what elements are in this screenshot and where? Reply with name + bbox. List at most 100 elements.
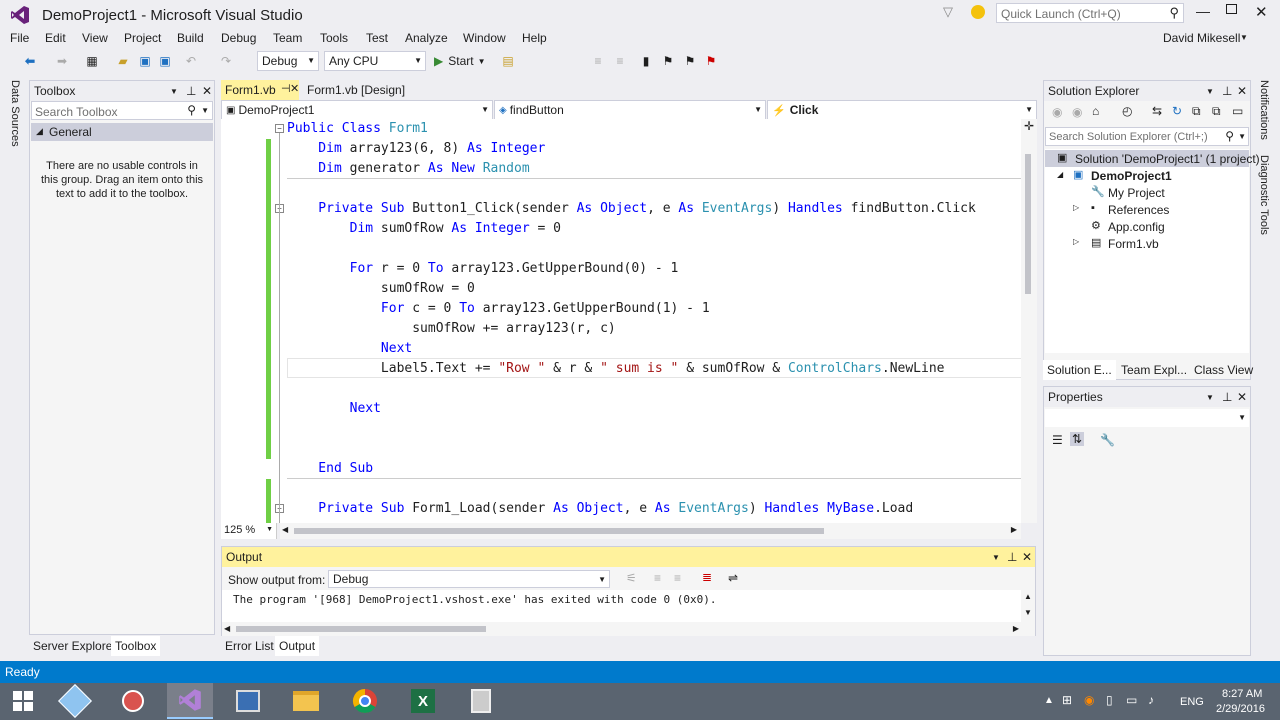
scroll-thumb[interactable]: [1025, 154, 1031, 294]
taskbar-date[interactable]: 2/29/2016: [1216, 703, 1265, 715]
menu-window[interactable]: Window: [463, 31, 506, 45]
notifications-tab[interactable]: Notifications: [1258, 80, 1270, 140]
code-line[interactable]: Next: [287, 399, 381, 419]
code-line[interactable]: For r = 0 To array123.GetUpperBound(0) -…: [287, 259, 679, 279]
tab-toolbox[interactable]: Toolbox: [111, 636, 161, 656]
menu-analyze[interactable]: Analyze: [405, 31, 448, 45]
property-pages-icon[interactable]: 🔧: [1100, 433, 1115, 447]
categorized-icon[interactable]: ☰: [1052, 433, 1063, 447]
close-icon[interactable]: ✕: [202, 84, 212, 98]
menu-tools[interactable]: Tools: [320, 31, 348, 45]
tray-windows-icon[interactable]: ⊞: [1062, 693, 1072, 707]
toolbox-group-general[interactable]: ◢ General: [31, 123, 213, 141]
calculator-icon[interactable]: [458, 683, 504, 719]
forward-icon[interactable]: ◉: [1072, 105, 1082, 119]
code-line[interactable]: End Sub: [287, 459, 373, 479]
scroll-right-icon[interactable]: ▶: [1011, 525, 1017, 534]
code-line[interactable]: Public Class Form1: [287, 119, 428, 139]
tree-item-references[interactable]: ▷ ▪ References: [1045, 201, 1249, 218]
forward-icon[interactable]: ➡: [54, 51, 70, 71]
code-line[interactable]: sumOfRow += array123(r, c): [287, 319, 616, 339]
attach-icon[interactable]: ▤: [500, 51, 516, 71]
visual-studio-taskbar-icon[interactable]: [167, 683, 213, 719]
redo-icon[interactable]: ↷: [218, 51, 234, 71]
close-icon[interactable]: ✕: [1237, 390, 1247, 404]
chrome-icon[interactable]: [342, 683, 388, 719]
code-line[interactable]: Private Sub Button1_Click(sender As Obje…: [287, 199, 976, 219]
properties-object-select[interactable]: ▼: [1045, 409, 1249, 427]
code-line[interactable]: Dim sumOfRow As Integer = 0: [287, 219, 561, 239]
scroll-left-icon[interactable]: ◀: [224, 624, 230, 633]
scroll-thumb[interactable]: [294, 528, 824, 534]
start-button[interactable]: ▶ Start ▼: [434, 51, 492, 71]
save-all-icon[interactable]: ▣: [157, 51, 173, 71]
chevron-down-icon[interactable]: ▼: [201, 106, 209, 115]
menu-team[interactable]: Team: [273, 31, 302, 45]
bookmark-icon[interactable]: ▮: [640, 51, 652, 71]
home-icon[interactable]: ⌂: [1092, 104, 1099, 118]
pin-icon[interactable]: ⊥: [1007, 550, 1017, 564]
toolbox-search-input[interactable]: Search Toolbox ⚲ ▼: [31, 101, 213, 120]
history-icon[interactable]: ◴: [1122, 104, 1132, 118]
clear-all-icon[interactable]: ≣: [702, 570, 712, 584]
back-icon[interactable]: ◉: [1052, 105, 1062, 119]
word-wrap-icon[interactable]: ⇌: [728, 571, 738, 585]
tray-app-icon[interactable]: ◉: [1084, 693, 1094, 707]
tree-item-solution[interactable]: ▣ Solution 'DemoProject1' (1 project): [1045, 150, 1260, 167]
tree-item-app-config[interactable]: ⚙ App.config: [1045, 218, 1249, 235]
tab-solution-explorer[interactable]: Solution E...: [1043, 360, 1116, 380]
alphabetical-icon[interactable]: ⇅: [1070, 432, 1085, 446]
open-file-icon[interactable]: ▰: [115, 51, 131, 71]
feedback-smiley-icon[interactable]: [971, 5, 985, 19]
tree-item-project[interactable]: ◢ ▣ DemoProject1: [1045, 167, 1249, 184]
zoom-select[interactable]: 125 % ▼: [221, 523, 277, 539]
tray-network-icon[interactable]: ▯: [1106, 693, 1113, 707]
taskbar-time[interactable]: 8:27 AM: [1222, 688, 1262, 700]
code-editor[interactable]: − − − Public Class Form1 Dim array123(6,…: [221, 119, 1037, 523]
scroll-left-icon[interactable]: ◀: [282, 525, 288, 534]
scroll-down-icon[interactable]: ▼: [1024, 608, 1032, 617]
menu-file[interactable]: File: [10, 31, 29, 45]
split-icon[interactable]: ✛: [1024, 119, 1034, 133]
data-sources-tab[interactable]: Data Sources: [9, 80, 21, 147]
file-explorer-icon[interactable]: [283, 683, 329, 719]
solution-search-input[interactable]: Search Solution Explorer (Ctrl+;) ⚲ ▼: [1045, 127, 1249, 146]
pin-icon[interactable]: ⊥: [186, 84, 196, 98]
tray-chevron-icon[interactable]: ▲: [1044, 695, 1054, 706]
close-icon[interactable]: ✕: [1022, 550, 1032, 564]
code-line[interactable]: Next: [287, 339, 412, 359]
tab-class-view[interactable]: Class View: [1190, 360, 1257, 380]
windows-start-icon[interactable]: [0, 683, 46, 719]
filter-icon[interactable]: ▽: [943, 4, 953, 20]
properties-icon[interactable]: ▭: [1232, 104, 1243, 118]
excel-icon[interactable]: X: [400, 683, 446, 719]
pin-icon[interactable]: ⊥: [1222, 84, 1232, 98]
pin-icon[interactable]: ⊥: [1222, 390, 1232, 404]
user-dropdown-icon[interactable]: ▼: [1240, 33, 1248, 42]
find-message-icon[interactable]: ⚟: [626, 571, 637, 585]
prev-message-icon[interactable]: ≡: [654, 571, 661, 585]
minimize-button[interactable]: —: [1196, 3, 1210, 19]
code-line[interactable]: Private Sub Form1_Load(sender As Object,…: [287, 499, 913, 519]
editor-tab-form1-design[interactable]: Form1.vb [Design]: [299, 80, 419, 100]
chevron-down-icon[interactable]: ▼: [1238, 132, 1246, 141]
tree-item-form1[interactable]: ▷ ▤ Form1.vb: [1045, 235, 1249, 252]
cube-app-icon[interactable]: [52, 683, 98, 719]
tab-server-explorer[interactable]: Server Explorer: [29, 636, 120, 656]
collapse-all-icon[interactable]: ⧉: [1192, 104, 1201, 119]
code-line[interactable]: Label5.Text += "Row " & r & " sum is " &…: [287, 359, 945, 379]
scroll-thumb[interactable]: [236, 626, 486, 632]
chevron-down-icon[interactable]: ▼: [1206, 87, 1214, 96]
refresh-icon[interactable]: ↻: [1172, 104, 1182, 118]
user-name[interactable]: David Mikesell: [1163, 31, 1240, 45]
object-nav-select[interactable]: ◈ findButton ▼: [494, 100, 766, 120]
back-icon[interactable]: ⬅: [22, 51, 38, 71]
chevron-down-icon[interactable]: ▼: [1206, 393, 1214, 402]
maximize-button[interactable]: [1226, 4, 1237, 14]
next-message-icon[interactable]: ≡: [674, 571, 681, 585]
quick-launch-input[interactable]: Quick Launch (Ctrl+Q) ⚲: [996, 3, 1184, 23]
prev-bookmark-icon[interactable]: ⚑: [660, 51, 676, 71]
menu-test[interactable]: Test: [366, 31, 388, 45]
output-source-select[interactable]: Debug ▼: [328, 570, 610, 588]
chevron-down-icon[interactable]: ▼: [992, 553, 1000, 562]
